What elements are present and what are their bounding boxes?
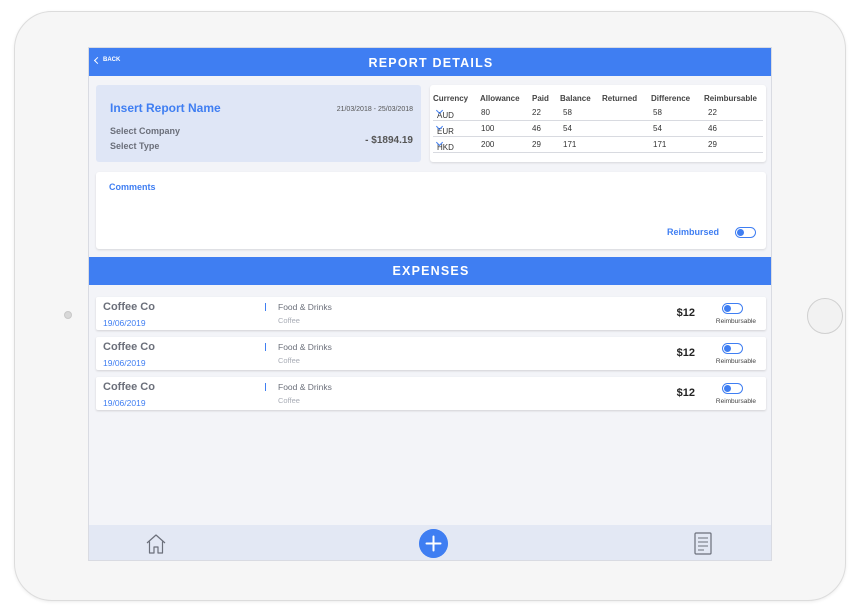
difference-value: 58	[653, 108, 662, 117]
header-balance: Balance	[560, 94, 591, 103]
reimbursable-value: 46	[708, 124, 717, 133]
select-company-field[interactable]: Select Company	[110, 126, 180, 136]
currency-row: AUD 80 22 58 58 22	[433, 105, 763, 121]
expense-date: 19/06/2019	[103, 318, 146, 328]
toggle-knob	[724, 385, 731, 392]
expense-subcategory: Coffee	[278, 396, 300, 405]
header-reimbursable: Reimbursable	[704, 94, 757, 103]
expense-category: Food & Drinks	[278, 342, 332, 352]
expense-merchant: Coffee Co	[103, 381, 155, 393]
currency-table-card: Currency Allowance Paid Balance Returned…	[430, 85, 766, 162]
difference-value: 54	[653, 124, 662, 133]
toggle-knob	[724, 305, 731, 312]
header-paid: Paid	[532, 94, 549, 103]
currency-table-header: Currency Allowance Paid Balance Returned…	[433, 92, 763, 105]
paid-value: 46	[532, 124, 541, 133]
reimbursable-toggle[interactable]	[722, 383, 743, 394]
currency-table: Currency Allowance Paid Balance Returned…	[433, 92, 763, 153]
header-currency: Currency	[433, 94, 469, 103]
expense-subcategory: Coffee	[278, 356, 300, 365]
header-returned: Returned	[602, 94, 638, 103]
header-difference: Difference	[651, 94, 691, 103]
report-date-range[interactable]: 21/03/2018 - 25/03/2018	[337, 106, 413, 113]
report-total-amount: - $1894.19	[365, 135, 413, 146]
expense-amount: $12	[676, 387, 695, 399]
top-bar: BACK REPORT DETAILS	[89, 48, 771, 76]
reimbursable-toggle[interactable]	[722, 303, 743, 314]
expense-merchant: Coffee Co	[103, 301, 155, 313]
toggle-knob	[737, 229, 744, 236]
reimbursable-toggle[interactable]	[722, 343, 743, 354]
expense-list: Coffee Co 19/06/2019 Food & Drinks Coffe…	[96, 297, 766, 417]
balance-value: 54	[563, 124, 572, 133]
report-name-field[interactable]: Insert Report Name	[110, 101, 221, 115]
balance-value: 58	[563, 108, 572, 117]
difference-value: 171	[653, 140, 667, 149]
currency-select[interactable]: HKD	[435, 138, 454, 152]
expense-item[interactable]: Coffee Co 19/06/2019 Food & Drinks Coffe…	[96, 337, 766, 370]
page-title: REPORT DETAILS	[368, 56, 494, 70]
paid-value: 22	[532, 108, 541, 117]
allowance-value[interactable]: 200	[481, 140, 494, 149]
device-home-button[interactable]	[807, 298, 843, 334]
reimbursed-toggle[interactable]	[735, 227, 756, 238]
add-icon[interactable]	[419, 529, 448, 558]
expense-amount: $12	[676, 307, 695, 319]
expense-date: 19/06/2019	[103, 358, 146, 368]
expense-subcategory: Coffee	[278, 316, 300, 325]
divider	[265, 383, 266, 391]
currency-select[interactable]: AUD	[435, 106, 454, 120]
bottom-nav	[89, 525, 771, 560]
reimbursable-label: Reimbursable	[715, 398, 756, 405]
allowance-value[interactable]: 80	[481, 108, 490, 117]
reimbursable-label: Reimbursable	[715, 318, 756, 325]
camera-dot	[64, 311, 72, 319]
expense-category: Food & Drinks	[278, 382, 332, 392]
expense-amount: $12	[676, 347, 695, 359]
comments-card[interactable]: Comments Reimbursed	[96, 172, 766, 249]
select-type-field[interactable]: Select Type	[110, 141, 159, 151]
expenses-title: EXPENSES	[392, 264, 470, 278]
toggle-knob	[724, 345, 731, 352]
reimbursed-label: Reimbursed	[666, 227, 719, 237]
document-icon[interactable]	[694, 532, 712, 555]
currency-row: EUR 100 46 54 54 46	[433, 121, 763, 137]
currency-row: HKD 200 29 171 171 29	[433, 137, 763, 153]
expense-merchant: Coffee Co	[103, 341, 155, 353]
home-icon[interactable]	[145, 533, 167, 555]
comments-label: Comments	[109, 182, 156, 192]
reimbursable-value: 29	[708, 140, 717, 149]
reimbursable-label: Reimbursable	[715, 358, 756, 365]
expenses-header: EXPENSES	[89, 257, 771, 285]
expense-item[interactable]: Coffee Co 19/06/2019 Food & Drinks Coffe…	[96, 297, 766, 330]
divider	[265, 343, 266, 351]
allowance-value[interactable]: 100	[481, 124, 494, 133]
reimbursable-value: 22	[708, 108, 717, 117]
divider	[265, 303, 266, 311]
report-summary-card: Insert Report Name 21/03/2018 - 25/03/20…	[96, 85, 421, 162]
paid-value: 29	[532, 140, 541, 149]
header-allowance: Allowance	[480, 94, 520, 103]
balance-value: 171	[563, 140, 577, 149]
app-screen: BACK REPORT DETAILS Insert Report Name 2…	[88, 47, 772, 561]
expense-category: Food & Drinks	[278, 302, 332, 312]
currency-select[interactable]: EUR	[435, 122, 454, 136]
expense-date: 19/06/2019	[103, 398, 146, 408]
expense-item[interactable]: Coffee Co 19/06/2019 Food & Drinks Coffe…	[96, 377, 766, 410]
